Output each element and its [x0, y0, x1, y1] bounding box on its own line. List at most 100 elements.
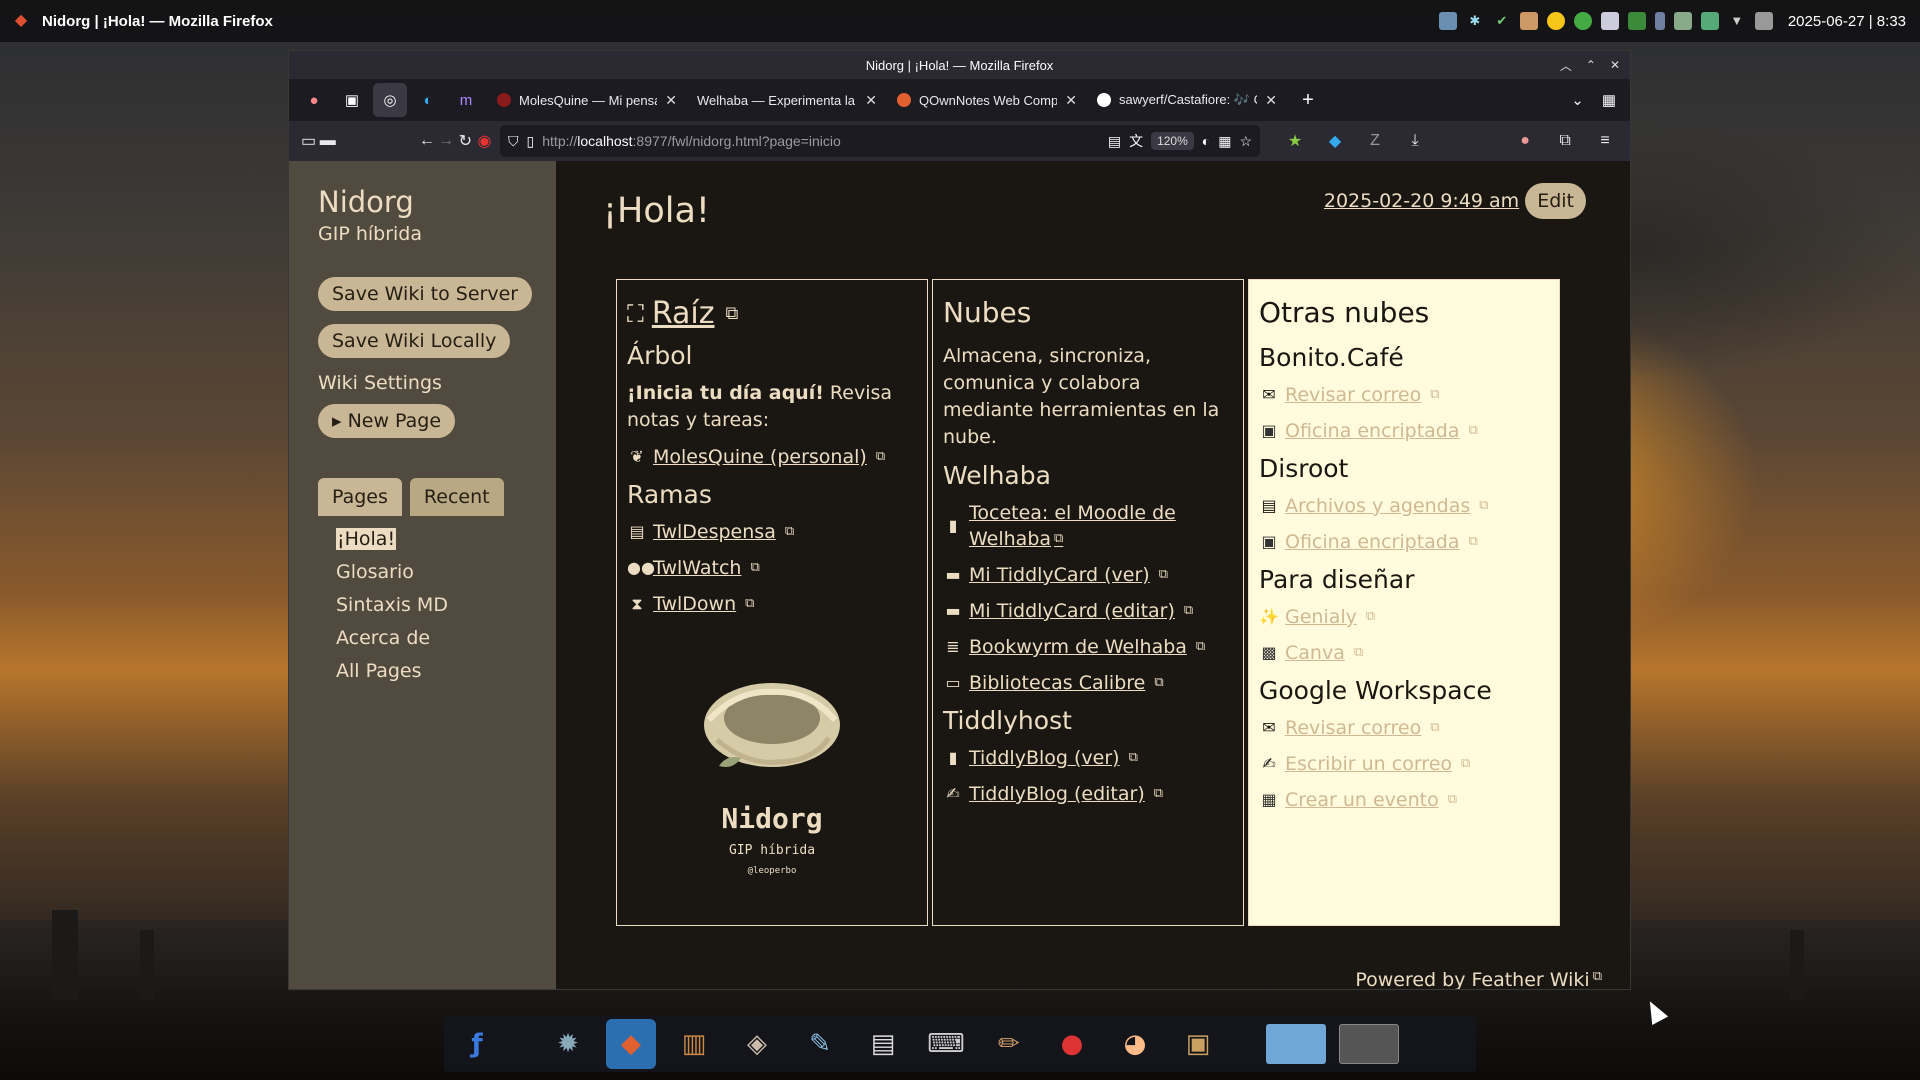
genialy-link[interactable]: Genialy — [1285, 604, 1357, 630]
tocetea-link[interactable]: Tocetea: el Moodle de Welhaba ⧉ — [969, 500, 1233, 552]
external-link-icon[interactable]: ⧉ — [1196, 634, 1205, 660]
menu-icon[interactable]: ≡ — [1590, 126, 1620, 156]
save-to-server-button[interactable]: Save Wiki to Server — [318, 277, 533, 311]
external-link-icon[interactable]: ⧉ — [1154, 670, 1163, 696]
firefox-app-icon[interactable]: ◆ — [10, 10, 32, 32]
extensions-icon[interactable]: ⧉ — [1550, 126, 1580, 156]
bonito-mail-link[interactable]: Revisar correo — [1285, 382, 1421, 408]
palette-app-icon[interactable]: ◕ — [1110, 1019, 1160, 1069]
tray-icon[interactable] — [1627, 12, 1646, 30]
pinned-tab-icon[interactable]: ◐ — [411, 83, 445, 117]
dark-mode-icon[interactable]: ◐ — [1202, 133, 1210, 149]
close-tab-icon[interactable]: ✕ — [865, 92, 877, 109]
mastodon-icon[interactable]: m — [449, 83, 483, 117]
firefox-icon[interactable]: ◆ — [606, 1019, 656, 1069]
collections-icon[interactable]: ▣ — [335, 83, 369, 117]
pencil-app-icon[interactable]: ✏ — [984, 1019, 1034, 1069]
external-link-icon[interactable]: ⧉ — [1354, 640, 1363, 666]
clock[interactable]: 2025-06-27 | 8:33 — [1788, 13, 1906, 30]
tab-castafiore[interactable]: sawyerf/Castafiore: 🎶 Castafiore ✕ — [1087, 83, 1287, 117]
clipboard-icon[interactable] — [1600, 12, 1619, 30]
phone-icon[interactable] — [1654, 12, 1665, 30]
translate-icon[interactable]: 文 — [1129, 131, 1143, 151]
external-link-icon[interactable]: ⧉ — [1448, 787, 1457, 813]
qr-icon[interactable]: ▦ — [1218, 133, 1231, 150]
save-locally-button[interactable]: Save Wiki Locally — [318, 324, 511, 358]
extension-icon[interactable]: ◆ — [1320, 126, 1350, 156]
zoom-level[interactable]: 120% — [1151, 132, 1194, 150]
extensions-grid-icon[interactable]: ▦ — [1602, 91, 1616, 109]
url-bar[interactable]: ⛉ ▯ http://localhost:8977/fwl/nidorg.htm… — [500, 125, 1261, 157]
external-link-icon[interactable]: ⧉ — [785, 519, 794, 545]
minimize-icon[interactable]: ︿ — [1560, 57, 1572, 74]
bookwyrm-link[interactable]: Bookwyrm de Welhaba — [969, 634, 1187, 660]
disroot-office-link[interactable]: Oficina encriptada — [1285, 529, 1460, 555]
google-compose-link[interactable]: Escribir un correo — [1285, 751, 1452, 777]
tiddlycard-edit-link[interactable]: Mi TiddlyCard (editar) — [969, 598, 1175, 624]
page-link-glosario[interactable]: Glosario — [336, 561, 556, 583]
folder-icon[interactable]: ▬ — [318, 126, 337, 156]
external-link-icon[interactable]: ⧉ — [1430, 382, 1439, 408]
forward-icon[interactable]: → — [437, 126, 456, 156]
shield-icon[interactable]: ⛉ — [508, 133, 519, 150]
close-tab-icon[interactable]: ✕ — [665, 92, 677, 109]
pause-icon[interactable] — [1546, 12, 1565, 30]
sidebar-toggle-icon[interactable]: ▭ — [299, 126, 318, 156]
page-link-sintaxis[interactable]: Sintaxis MD — [336, 594, 556, 616]
typewriter-app-icon[interactable]: ⌨ — [921, 1019, 971, 1069]
external-link-icon[interactable]: ⧉ — [750, 555, 759, 581]
page-link-acerca[interactable]: Acerca de — [336, 627, 556, 649]
edit-button[interactable]: Edit — [1525, 183, 1586, 219]
external-link-icon[interactable]: ⧉ — [1366, 604, 1375, 630]
external-link-icon[interactable]: ⧉ — [1461, 751, 1470, 777]
tray-icon[interactable] — [1673, 12, 1692, 30]
reload-icon[interactable]: ↻ — [456, 126, 475, 156]
bonito-office-link[interactable]: Oficina encriptada — [1285, 418, 1460, 444]
calibre-link[interactable]: Bibliotecas Calibre — [969, 670, 1145, 696]
bookmark-star-icon[interactable]: ☆ — [1239, 133, 1252, 150]
ublock-icon[interactable]: ◉ — [475, 126, 494, 156]
site-title[interactable]: Nidorg — [318, 185, 556, 219]
package-app-icon[interactable]: ▣ — [1173, 1019, 1223, 1069]
extension-star-icon[interactable]: ★ — [1280, 126, 1310, 156]
close-tab-icon[interactable]: ✕ — [1065, 92, 1077, 109]
tab-pages[interactable]: Pages — [318, 478, 402, 516]
workspace-1[interactable] — [1266, 1024, 1326, 1064]
external-link-icon[interactable]: ⧉ — [725, 303, 738, 324]
molesquine-link[interactable]: MolesQuine (personal) — [653, 444, 867, 470]
tray-icon[interactable] — [1519, 12, 1538, 30]
new-page-button[interactable]: ▸ New Page — [318, 404, 456, 438]
pin-icon[interactable]: ✕ — [1610, 58, 1620, 72]
firefox-view-icon[interactable]: ● — [297, 83, 331, 117]
google-event-link[interactable]: Crear un evento — [1285, 787, 1439, 813]
document-app-icon[interactable]: ▤ — [858, 1019, 908, 1069]
maximize-icon[interactable]: ⌃ — [1586, 58, 1596, 72]
tray-icon[interactable] — [1573, 12, 1592, 30]
page-date[interactable]: 2025-02-20 9:49 am — [1324, 190, 1519, 212]
tray-icon[interactable] — [1700, 12, 1719, 30]
red-app-icon[interactable]: ● — [1047, 1019, 1097, 1069]
page-link-hola[interactable]: ¡Hola! — [336, 528, 556, 550]
display-icon[interactable] — [1754, 12, 1773, 30]
launcher-icon[interactable]: ƒ — [452, 1019, 502, 1069]
account-icon[interactable]: ● — [1510, 126, 1540, 156]
tab-molesquine[interactable]: MolesQuine — Mi pensadero ✕ — [487, 83, 687, 117]
disroot-files-link[interactable]: Archivos y agendas — [1285, 493, 1470, 519]
external-link-icon[interactable]: ⧉ — [1054, 531, 1063, 546]
check-icon[interactable]: ✔ — [1493, 12, 1511, 30]
close-tab-icon[interactable]: ✕ — [1265, 92, 1277, 109]
globe-icon[interactable]: ◎ — [373, 83, 407, 117]
external-link-icon[interactable]: ⧉ — [1129, 745, 1138, 771]
new-tab-icon[interactable]: + — [1293, 89, 1323, 112]
external-link-icon[interactable]: ⧉ — [1184, 598, 1193, 624]
books-app-icon[interactable]: ▥ — [669, 1019, 719, 1069]
raiz-link[interactable]: Raíz — [652, 296, 715, 331]
tiddlycard-view-link[interactable]: Mi TiddlyCard (ver) — [969, 562, 1150, 588]
window-titlebar[interactable]: Nidorg | ¡Hola! — Mozilla Firefox ︿ ⌃ ✕ — [289, 51, 1630, 79]
page-link-all-pages[interactable]: All Pages — [336, 660, 556, 682]
powered-by-footer[interactable]: Powered by Feather Wiki ⧉ — [1355, 969, 1602, 989]
wiki-settings-link[interactable]: Wiki Settings — [318, 372, 556, 394]
twlwatch-link[interactable]: TwlWatch — [653, 555, 741, 581]
external-link-icon[interactable]: ⧉ — [745, 591, 754, 617]
google-mail-link[interactable]: Revisar correo — [1285, 715, 1421, 741]
